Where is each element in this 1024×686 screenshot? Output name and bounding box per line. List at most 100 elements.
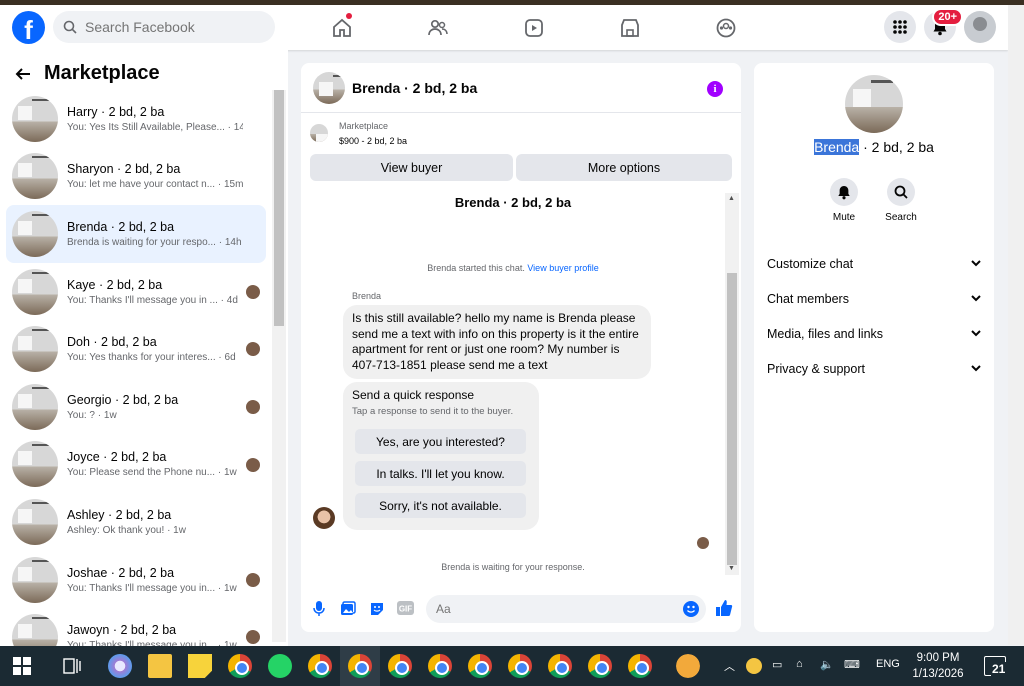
- info-icon[interactable]: i: [707, 81, 723, 97]
- sticky-notes-icon[interactable]: [188, 654, 212, 678]
- conversation-row[interactable]: Brenda · 2 bd, 2 ba Brenda is waiting for…: [6, 205, 266, 263]
- conversation-name: Joyce · 2 bd, 2 ba: [67, 450, 167, 465]
- chrome-icon[interactable]: [348, 654, 372, 678]
- groups-nav-button[interactable]: [678, 5, 774, 50]
- mute-button[interactable]: [830, 178, 858, 206]
- quick-reply-button[interactable]: Sorry, it's not available.: [355, 493, 526, 518]
- chrome-icon[interactable]: [228, 654, 252, 678]
- preview-time: · 1w: [217, 467, 237, 479]
- chat-title[interactable]: Brenda · 2 bd, 2 ba: [352, 80, 477, 96]
- chrome-icon[interactable]: [468, 654, 492, 678]
- conversation-text: Kaye · 2 bd, 2 ba You: Thanks I'll messag…: [67, 278, 243, 306]
- thumbs-up-icon[interactable]: [715, 599, 733, 617]
- tray-device-icon[interactable]: ▭: [772, 658, 782, 671]
- conversation-row[interactable]: Georgio · 2 bd, 2 ba You: ? · 1w: [6, 378, 266, 436]
- search-conversation-button[interactable]: [887, 178, 915, 206]
- settings-menu-item[interactable]: Media, files and links: [767, 316, 981, 351]
- conversation-row[interactable]: Kaye · 2 bd, 2 ba You: Thanks I'll messag…: [6, 263, 266, 321]
- chrome-icon[interactable]: [588, 654, 612, 678]
- keyboard-icon[interactable]: ⌨: [844, 658, 860, 671]
- notifications-button[interactable]: 20+: [924, 8, 963, 43]
- paint-app-icon[interactable]: [108, 654, 132, 678]
- sticker-icon[interactable]: [369, 601, 385, 617]
- conversation-row[interactable]: Harry · 2 bd, 2 ba You: Yes Its Still Ava…: [6, 90, 266, 148]
- friends-nav-button[interactable]: [390, 5, 486, 50]
- home-icon: [333, 18, 351, 37]
- view-buyer-profile-link[interactable]: View buyer profile: [527, 263, 598, 273]
- emoji-icon[interactable]: [683, 601, 699, 617]
- chrome-icon[interactable]: [308, 654, 332, 678]
- gif-icon[interactable]: GIF: [397, 601, 414, 615]
- menu-button[interactable]: [884, 11, 916, 43]
- back-arrow-icon[interactable]: [14, 67, 32, 81]
- listing-thumbnail: [12, 383, 58, 430]
- conversation-row[interactable]: Ashley · 2 bd, 2 ba Ashley: Ok thank you!…: [6, 493, 266, 551]
- inbox-scrollbar[interactable]: [272, 90, 286, 642]
- conversation-name: Georgio · 2 bd, 2 ba: [67, 392, 179, 407]
- quick-reply-button[interactable]: In talks. I'll let you know.: [355, 461, 526, 486]
- task-view-icon[interactable]: [63, 657, 81, 675]
- listing-thumbnail: [12, 441, 58, 488]
- tray-app-icon[interactable]: [746, 658, 762, 674]
- system-clock[interactable]: 9:00 PM 1/13/2026: [905, 650, 971, 682]
- search-input[interactable]: [85, 19, 255, 35]
- photo-icon[interactable]: [340, 601, 356, 617]
- whatsapp-icon[interactable]: [268, 654, 292, 678]
- windows-taskbar: ︿ ▭ ⌂ 🔈 ⌨ ENG 9:00 PM 1/13/2026 21: [0, 646, 1024, 686]
- scroll-down-arrow-icon[interactable]: ▼: [728, 565, 735, 572]
- chat-scrollbar[interactable]: ▲ ▼: [725, 193, 739, 575]
- search-label: Search: [885, 212, 917, 223]
- settings-menu-item[interactable]: Customize chat: [767, 246, 981, 281]
- conversation-text: Brenda · 2 bd, 2 ba Brenda is waiting for…: [67, 220, 243, 248]
- notification-center-icon[interactable]: 21: [984, 656, 1007, 676]
- page-scrollbar[interactable]: [1008, 5, 1024, 645]
- settings-menu-item[interactable]: Privacy & support: [767, 351, 981, 386]
- language-indicator[interactable]: ENG: [876, 658, 900, 670]
- watch-nav-button[interactable]: [486, 5, 582, 50]
- home-nav-button[interactable]: [294, 5, 390, 50]
- preview-text: You: Yes thanks for your interes...: [67, 352, 216, 364]
- chrome-icon[interactable]: [388, 654, 412, 678]
- conversation-text: Sharyon · 2 bd, 2 ba You: let me have you…: [67, 162, 243, 190]
- chrome-icon[interactable]: [628, 654, 652, 678]
- chat-settings-menu: Customize chat Chat members Media, files a…: [767, 246, 981, 386]
- quick-reply-button[interactable]: Yes, are you interested?: [355, 429, 526, 454]
- volume-icon[interactable]: 🔈: [820, 658, 834, 671]
- windows-start-icon[interactable]: [13, 657, 31, 675]
- account-avatar[interactable]: [964, 11, 996, 43]
- view-buyer-button[interactable]: View buyer: [310, 154, 513, 181]
- conversation-row[interactable]: Doh · 2 bd, 2 ba You: Yes thanks for your…: [6, 320, 266, 378]
- scroll-up-arrow-icon[interactable]: ▲: [728, 195, 735, 202]
- seen-avatar: [246, 399, 260, 414]
- preview-time: · 6d: [218, 352, 236, 364]
- svg-text:GIF: GIF: [399, 605, 412, 614]
- groups-icon: [716, 18, 736, 37]
- chrome-icon[interactable]: [508, 654, 532, 678]
- show-hidden-icons-chevron-icon[interactable]: ︿: [724, 658, 735, 674]
- conversation-row[interactable]: Joshae · 2 bd, 2 ba You: Thanks I'll mess…: [6, 551, 266, 609]
- marketplace-nav-button[interactable]: [582, 5, 678, 50]
- microphone-icon[interactable]: [313, 601, 325, 617]
- moon-app-icon[interactable]: [676, 654, 700, 678]
- preview-text: You: let me have your contact n...: [67, 179, 216, 191]
- listing-thumbnail: [12, 498, 58, 545]
- message-input[interactable]: [426, 595, 706, 623]
- chrome-icon[interactable]: [428, 654, 452, 678]
- conversation-name: Kaye · 2 bd, 2 ba: [67, 277, 163, 292]
- search-box[interactable]: [53, 11, 275, 43]
- inbox-scrollbar-thumb[interactable]: [274, 90, 284, 326]
- chrome-icon[interactable]: [548, 654, 572, 678]
- settings-menu-item[interactable]: Chat members: [767, 281, 981, 316]
- file-explorer-icon[interactable]: [148, 654, 172, 678]
- conversation-text: Doh · 2 bd, 2 ba You: Yes thanks for your…: [67, 335, 243, 363]
- facebook-logo-icon[interactable]: f: [12, 11, 45, 44]
- preview-time: · 1w: [97, 409, 117, 421]
- conversation-row[interactable]: Sharyon · 2 bd, 2 ba You: let me have you…: [6, 148, 266, 206]
- more-options-button[interactable]: More options: [516, 154, 732, 181]
- preview-time: · 1w: [167, 524, 186, 536]
- network-icon[interactable]: ⌂: [796, 658, 803, 670]
- chat-scrollbar-thumb[interactable]: [727, 273, 737, 565]
- conversation-row[interactable]: Joyce · 2 bd, 2 ba You: Please send the P…: [6, 436, 266, 494]
- search-action[interactable]: Search: [871, 178, 931, 223]
- mute-action[interactable]: Mute: [814, 178, 874, 223]
